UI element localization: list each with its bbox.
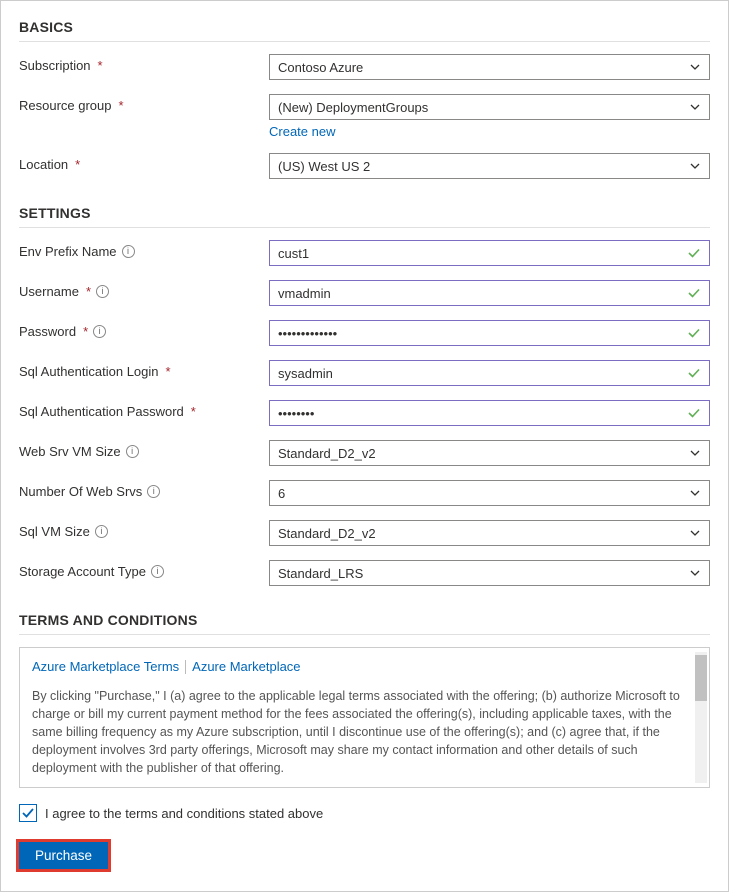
required-asterisk: *: [75, 157, 80, 172]
location-label: Location: [19, 157, 68, 172]
chevron-down-icon: [689, 160, 701, 172]
password-input[interactable]: •••••••••••••: [269, 320, 710, 346]
required-asterisk: *: [166, 364, 171, 379]
check-icon: [687, 366, 701, 380]
purchase-button[interactable]: Purchase: [19, 842, 108, 869]
web-srv-vm-size-label: Web Srv VM Size: [19, 444, 121, 459]
sql-password-input[interactable]: ••••••••: [269, 400, 710, 426]
required-asterisk: *: [83, 324, 88, 339]
section-settings-title: SETTINGS: [19, 205, 710, 221]
web-srv-count-value: 6: [278, 486, 285, 501]
divider: [19, 634, 710, 635]
env-prefix-value: cust1: [278, 246, 309, 261]
required-asterisk: *: [191, 404, 196, 419]
info-icon[interactable]: i: [122, 245, 135, 258]
sql-login-label: Sql Authentication Login: [19, 364, 159, 379]
info-icon[interactable]: i: [95, 525, 108, 538]
resource-group-select[interactable]: (New) DeploymentGroups: [269, 94, 710, 120]
web-srv-vm-size-select[interactable]: Standard_D2_v2: [269, 440, 710, 466]
check-icon: [687, 246, 701, 260]
subscription-value: Contoso Azure: [278, 60, 363, 75]
info-icon[interactable]: i: [126, 445, 139, 458]
chevron-down-icon: [689, 447, 701, 459]
check-icon: [687, 406, 701, 420]
chevron-down-icon: [689, 527, 701, 539]
scrollbar[interactable]: [695, 652, 707, 783]
web-srv-count-select[interactable]: 6: [269, 480, 710, 506]
web-srv-vm-size-value: Standard_D2_v2: [278, 446, 376, 461]
password-label: Password: [19, 324, 76, 339]
sql-login-value: sysadmin: [278, 366, 333, 381]
location-value: (US) West US 2: [278, 159, 370, 174]
username-value: vmadmin: [278, 286, 331, 301]
env-prefix-label: Env Prefix Name: [19, 244, 117, 259]
agree-label: I agree to the terms and conditions stat…: [45, 806, 323, 821]
env-prefix-input[interactable]: cust1: [269, 240, 710, 266]
required-asterisk: *: [119, 98, 124, 113]
storage-type-label: Storage Account Type: [19, 564, 146, 579]
subscription-select[interactable]: Contoso Azure: [269, 54, 710, 80]
storage-type-value: Standard_LRS: [278, 566, 363, 581]
sql-vm-size-label: Sql VM Size: [19, 524, 90, 539]
chevron-down-icon: [689, 567, 701, 579]
info-icon[interactable]: i: [96, 285, 109, 298]
subscription-label: Subscription: [19, 58, 91, 73]
info-icon[interactable]: i: [93, 325, 106, 338]
info-icon[interactable]: i: [147, 485, 160, 498]
location-select[interactable]: (US) West US 2: [269, 153, 710, 179]
tab-separator: [185, 660, 186, 674]
sql-vm-size-value: Standard_D2_v2: [278, 526, 376, 541]
web-srv-count-label: Number Of Web Srvs: [19, 484, 142, 499]
resource-group-label: Resource group: [19, 98, 112, 113]
storage-type-select[interactable]: Standard_LRS: [269, 560, 710, 586]
info-icon[interactable]: i: [151, 565, 164, 578]
username-label: Username: [19, 284, 79, 299]
chevron-down-icon: [689, 61, 701, 73]
divider: [19, 41, 710, 42]
password-value: •••••••••••••: [278, 326, 337, 341]
tab-marketplace[interactable]: Azure Marketplace: [192, 658, 300, 677]
sql-vm-size-select[interactable]: Standard_D2_v2: [269, 520, 710, 546]
check-icon: [687, 286, 701, 300]
section-terms-title: TERMS AND CONDITIONS: [19, 612, 710, 628]
sql-password-label: Sql Authentication Password: [19, 404, 184, 419]
check-icon: [687, 326, 701, 340]
divider: [19, 227, 710, 228]
terms-body: By clicking "Purchase," I (a) agree to t…: [32, 687, 697, 778]
agree-checkbox[interactable]: [19, 804, 37, 822]
required-asterisk: *: [86, 284, 91, 299]
chevron-down-icon: [689, 101, 701, 113]
section-basics-title: BASICS: [19, 19, 710, 35]
sql-login-input[interactable]: sysadmin: [269, 360, 710, 386]
create-new-link[interactable]: Create new: [269, 124, 335, 139]
terms-box: Azure Marketplace Terms Azure Marketplac…: [19, 647, 710, 788]
scrollbar-thumb[interactable]: [695, 655, 707, 701]
username-input[interactable]: vmadmin: [269, 280, 710, 306]
sql-password-value: ••••••••: [278, 406, 314, 421]
chevron-down-icon: [689, 487, 701, 499]
tab-marketplace-terms[interactable]: Azure Marketplace Terms: [32, 658, 179, 677]
required-asterisk: *: [98, 58, 103, 73]
resource-group-value: (New) DeploymentGroups: [278, 100, 428, 115]
